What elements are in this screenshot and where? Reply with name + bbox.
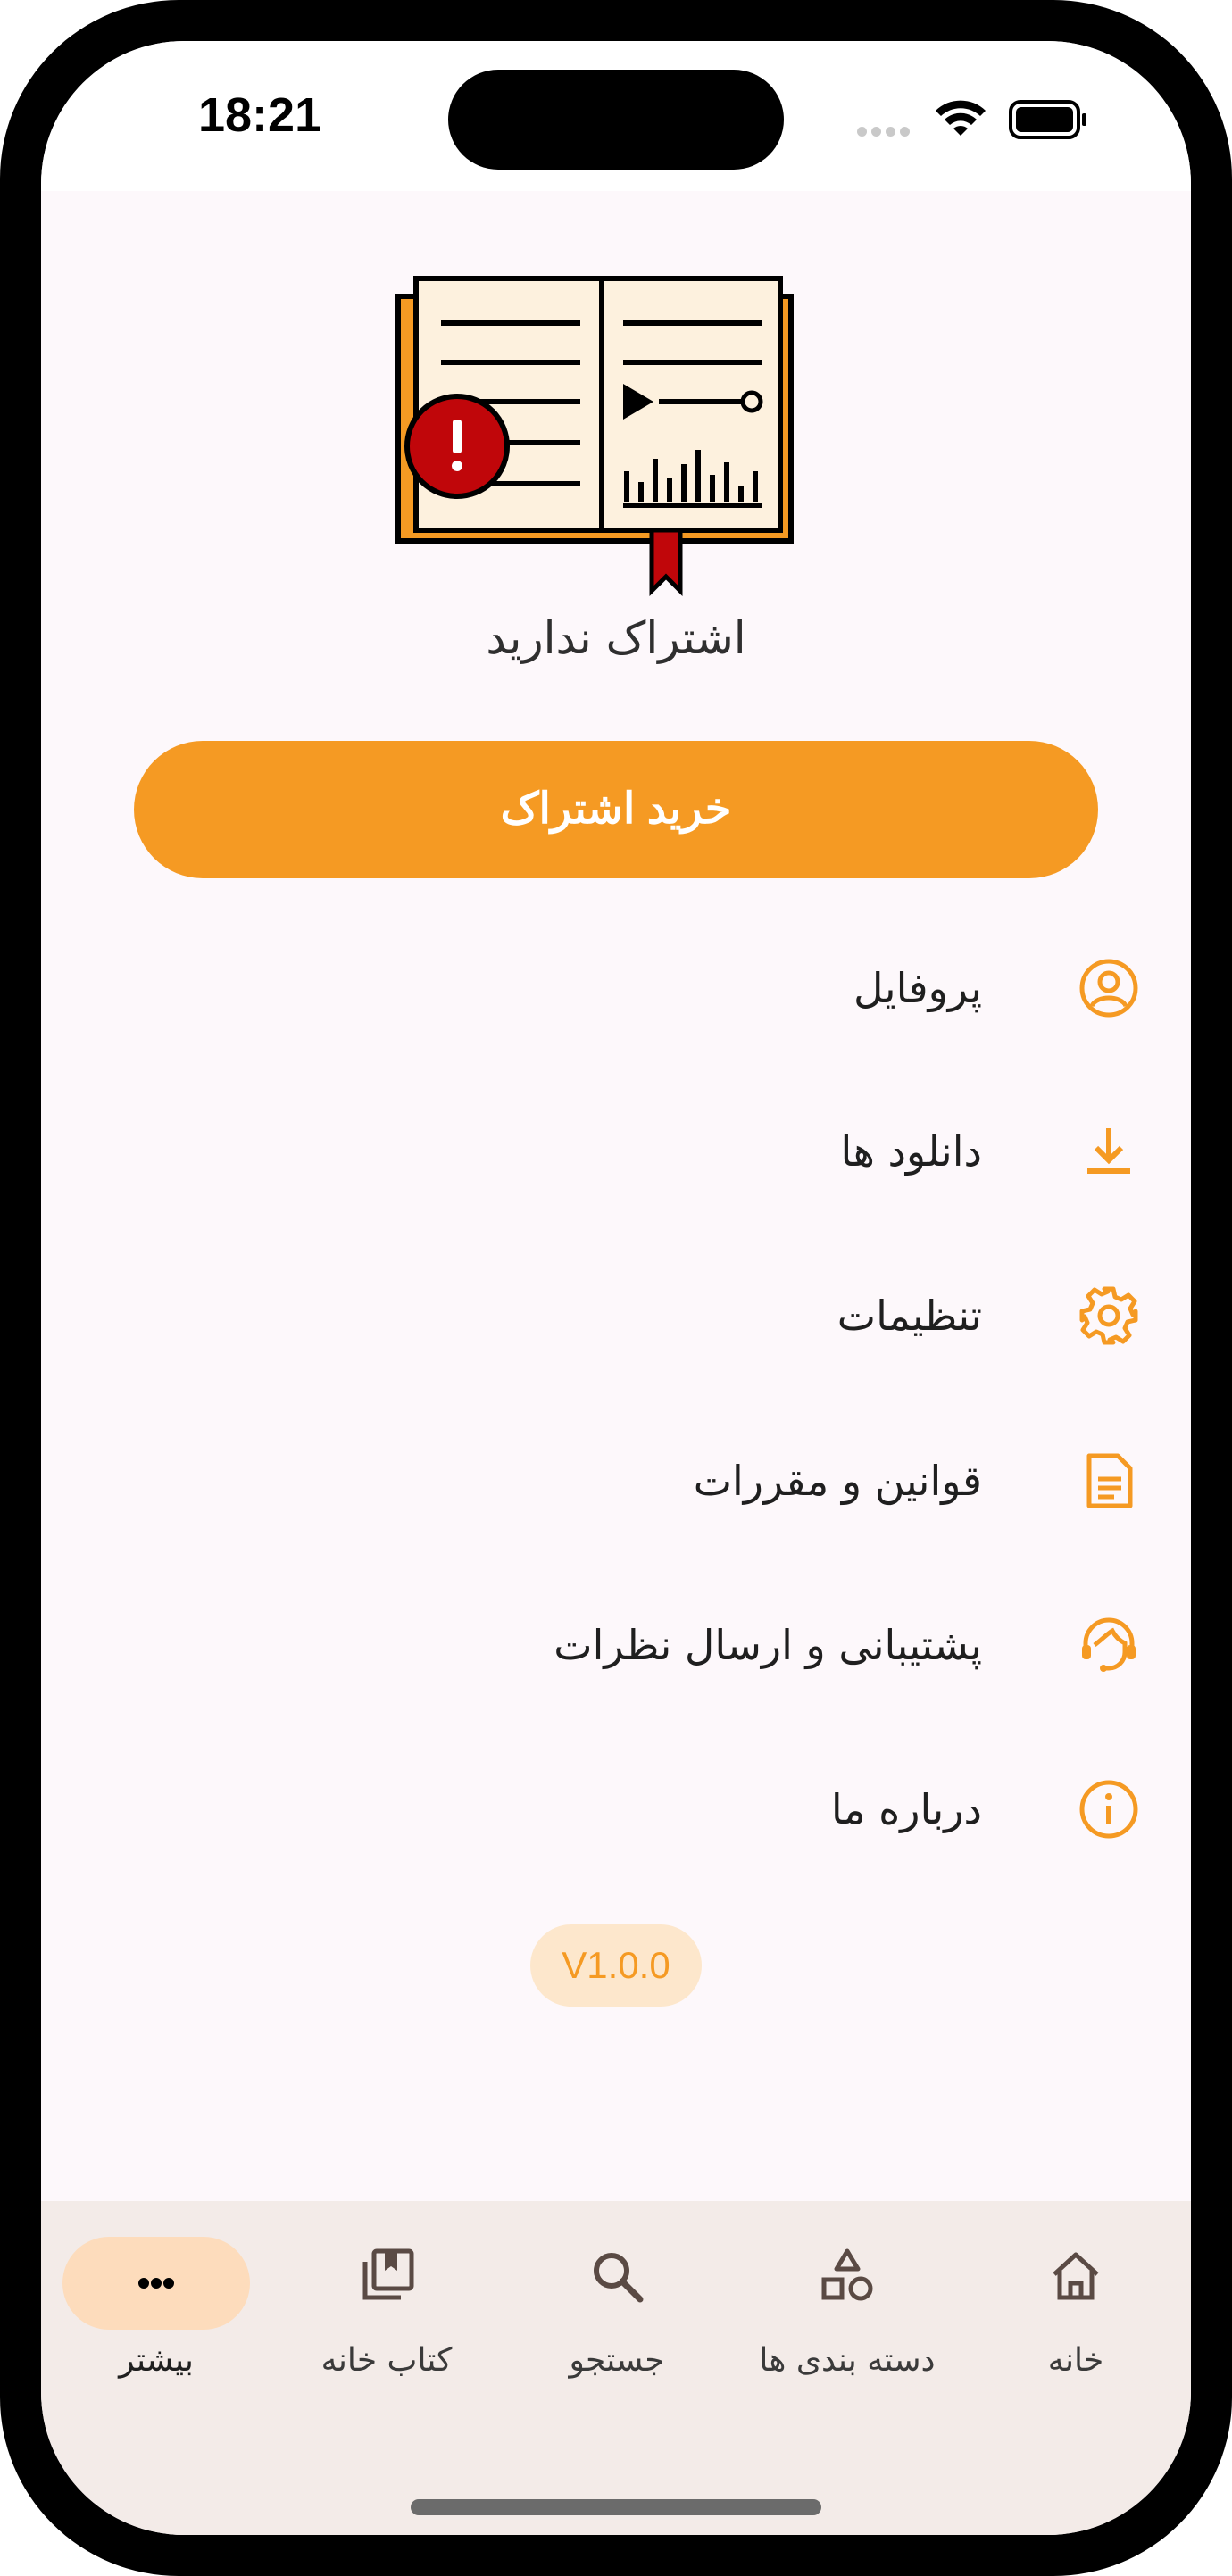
menu-item-label: پروفایل (853, 964, 982, 1012)
buy-subscription-button[interactable]: خرید اشتراک (134, 741, 1098, 878)
profile-icon (1079, 959, 1138, 1018)
nav-label: خانه (1047, 2342, 1104, 2379)
categories-icon (821, 2248, 873, 2301)
status-bar: 18:21 (41, 41, 1191, 191)
menu-item-label: تنظیمات (837, 1292, 982, 1340)
document-icon (1086, 1453, 1133, 1508)
settings-icon (1079, 1286, 1138, 1345)
info-icon (1079, 1780, 1138, 1839)
library-icon (362, 2248, 414, 2300)
status-time: 18:21 (198, 88, 322, 142)
download-icon (1087, 1128, 1130, 1174)
more-icon (138, 2278, 174, 2289)
battery-icon (1009, 100, 1086, 139)
wifi-icon (936, 100, 986, 136)
nav-label: دسته بندی ها (759, 2342, 936, 2379)
menu-item-profile[interactable]: پروفایل (41, 921, 1191, 1055)
dynamic-island (448, 70, 784, 170)
nav-item-more[interactable]: بیشتر (41, 2237, 271, 2406)
device-frame: 18:21 اشتراک ندارید خرید اشتراک پروفایل … (0, 0, 1232, 2576)
signal-icon (857, 123, 914, 140)
no-subscription-text: اشتراک ندارید (486, 612, 746, 664)
support-icon (1082, 1617, 1136, 1672)
menu-item-downloads[interactable]: دانلود ها (41, 1084, 1191, 1218)
bottom-nav: بیشتر کتاب خانه جستجو دسته بندی ها خانه (41, 2201, 1191, 2535)
menu-item-label: پشتیبانی و ارسال نظرات (554, 1621, 982, 1669)
nav-item-home[interactable]: خانه (961, 2237, 1191, 2406)
version-badge: V1.0.0 (530, 1924, 702, 2007)
menu-item-about[interactable]: درباره ما (41, 1742, 1191, 1876)
nav-item-library[interactable]: کتاب خانه (271, 2237, 502, 2406)
home-indicator[interactable] (411, 2499, 821, 2515)
home-icon (1053, 2252, 1099, 2300)
menu-item-support[interactable]: پشتیبانی و ارسال نظرات (41, 1578, 1191, 1712)
nav-label: کتاب خانه (320, 2342, 453, 2379)
nav-item-search[interactable]: جستجو (502, 2237, 732, 2406)
menu-item-label: درباره ما (830, 1785, 982, 1833)
search-icon (594, 2253, 644, 2303)
menu-item-terms[interactable]: قوانین و مقررات (41, 1414, 1191, 1548)
screen: 18:21 اشتراک ندارید خرید اشتراک پروفایل … (41, 41, 1191, 2535)
nav-item-categories[interactable]: دسته بندی ها (732, 2237, 962, 2406)
menu-item-label: قوانین و مقررات (693, 1457, 982, 1505)
book-illustration (395, 276, 794, 597)
menu-item-label: دانلود ها (840, 1127, 982, 1176)
nav-label: جستجو (569, 2342, 665, 2379)
nav-label: بیشتر (119, 2342, 194, 2379)
menu-item-settings[interactable]: تنظیمات (41, 1249, 1191, 1383)
